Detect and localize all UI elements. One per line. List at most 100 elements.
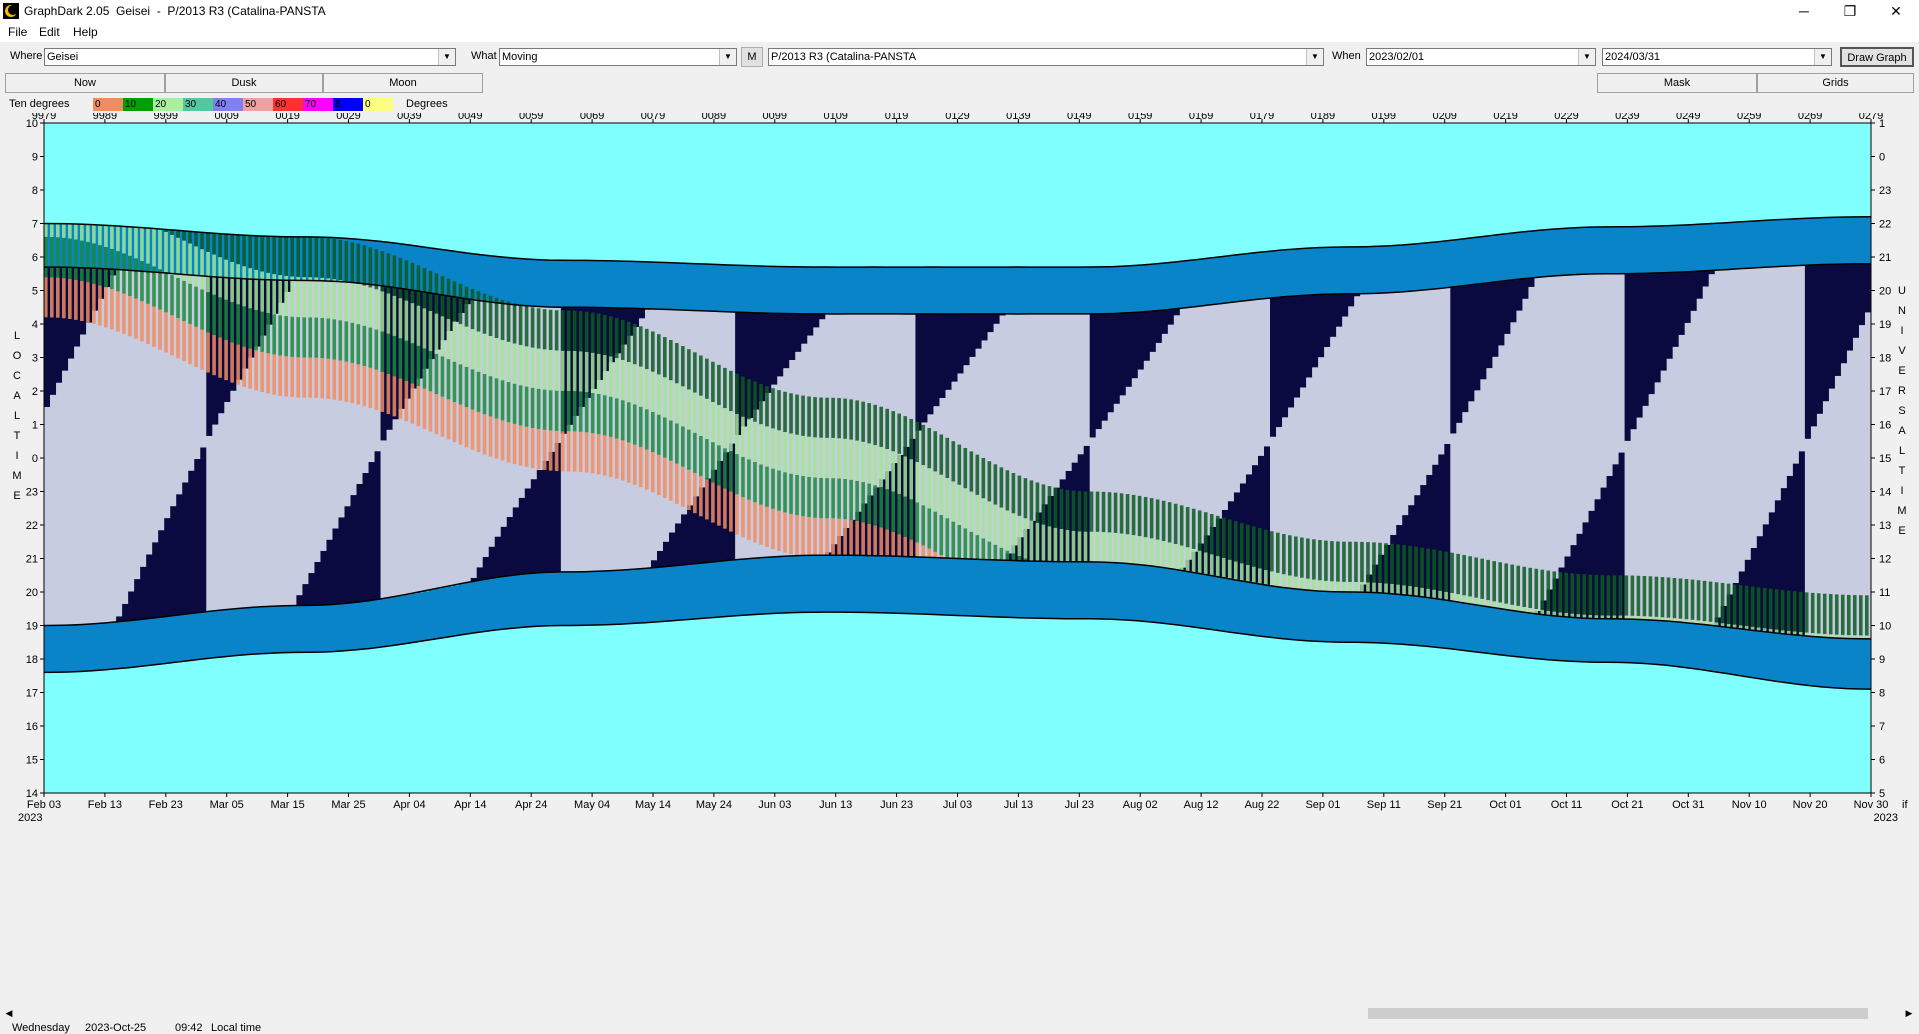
tab-now[interactable]: Now (5, 73, 165, 93)
twilight-dusk-cell (747, 559, 754, 615)
object-altitude-cell (687, 470, 691, 510)
minimize-button[interactable]: ─ (1781, 0, 1827, 22)
close-button[interactable]: ✕ (1873, 0, 1919, 22)
draw-graph-button[interactable]: Draw Graph (1840, 47, 1914, 67)
twilight-dusk-cell (158, 617, 165, 664)
object-altitude-cell (1054, 528, 1058, 562)
object-altitude-cell (1156, 499, 1160, 539)
what-select[interactable]: Moving ▼ (499, 48, 737, 66)
twilight-dusk-cell (1589, 618, 1596, 662)
object-altitude-cell (783, 432, 787, 472)
object-altitude-cell (1691, 580, 1695, 620)
twilight-dawn-cell (1697, 224, 1704, 271)
night-cell (1138, 312, 1145, 369)
object-altitude-cell (705, 439, 709, 479)
date-label: Nov 20 (1793, 799, 1828, 811)
twilight-dusk-cell (134, 620, 141, 667)
twilight-dusk-cell (1607, 619, 1614, 663)
object-altitude-cell (976, 455, 980, 495)
object-altitude-cell (741, 497, 745, 537)
tab-grids[interactable]: Grids (1757, 73, 1914, 93)
menu-file[interactable]: File (8, 25, 27, 39)
night-cell (1126, 313, 1133, 387)
tab-mask[interactable]: Mask (1597, 73, 1757, 93)
night-cell (1552, 276, 1559, 578)
object-altitude-cell (867, 403, 871, 443)
twilight-dusk-cell (1727, 627, 1734, 673)
twilight-dusk-cell (1450, 601, 1457, 649)
visibility-chart[interactable]: 9979998999990009001900290039004900590069… (0, 113, 1919, 1005)
scroll-left-icon[interactable]: ◀ (2, 1007, 16, 1020)
object-altitude-cell (579, 311, 583, 351)
when-start-select[interactable]: 2023/02/01 ▼ (1366, 48, 1596, 66)
object-altitude-cell (332, 279, 336, 319)
ut-hour-label: 18 (1879, 353, 1891, 365)
twilight-dawn-cell (1324, 247, 1331, 294)
twilight-dawn-cell (1018, 267, 1025, 314)
object-altitude-cell (1090, 492, 1094, 532)
object-altitude-cell (543, 309, 547, 349)
twilight-dawn-cell (1655, 226, 1662, 273)
object-altitude-cell (1192, 509, 1196, 549)
object-altitude-cell (393, 336, 397, 376)
universal-time-axis-title: I (1900, 325, 1903, 337)
object-altitude-cell (807, 477, 811, 517)
object-altitude-cell (933, 471, 937, 511)
object-altitude-cell (988, 461, 992, 501)
night-cell (1595, 274, 1602, 499)
twilight-dusk-cell (1721, 626, 1728, 672)
tab-dusk[interactable]: Dusk (165, 73, 323, 93)
object-altitude-cell (1745, 586, 1749, 626)
menu-edit[interactable]: Edit (39, 25, 60, 39)
horizontal-scrollbar[interactable]: ◀ ▶ (0, 1005, 1919, 1022)
object-altitude-cell (1264, 530, 1268, 570)
object-altitude-cell (1324, 581, 1328, 591)
twilight-dusk-cell (1252, 583, 1259, 635)
twilight-dusk-cell (483, 580, 490, 632)
object-altitude-cell (837, 438, 841, 478)
twilight-dusk-cell (44, 626, 51, 673)
object-altitude-cell (579, 392, 583, 432)
twilight-dusk-cell (1126, 563, 1133, 620)
where-select[interactable]: Geisei ▼ (44, 48, 456, 66)
when-end-select[interactable]: 2024/03/31 ▼ (1602, 48, 1832, 66)
object-altitude-cell (128, 256, 132, 296)
jd-label: 0089 (702, 113, 726, 122)
object-altitude-cell (609, 397, 613, 437)
menu-help[interactable]: Help (73, 25, 98, 39)
jd-label: 0249 (1676, 113, 1700, 122)
tab-moon[interactable]: Moon (323, 73, 483, 93)
twilight-dawn-cell (567, 260, 574, 307)
object-altitude-cell (1613, 575, 1617, 615)
object-altitude-cell (164, 232, 168, 272)
night-cell (68, 359, 75, 626)
twilight-dawn-cell (982, 267, 989, 314)
object-altitude-cell (1601, 575, 1605, 615)
object-altitude-cell (459, 324, 463, 364)
object-altitude-cell (116, 226, 120, 251)
object-altitude-cell (1438, 551, 1442, 591)
object-altitude-cell (939, 515, 943, 555)
scroll-thumb[interactable] (1368, 1008, 1868, 1019)
twilight-dusk-cell (681, 565, 688, 620)
twilight-dawn-cell (1144, 265, 1151, 312)
object-altitude-cell (92, 243, 96, 283)
night-cell (1486, 283, 1493, 368)
twilight-dusk-cell (1456, 602, 1463, 650)
maximize-button[interactable]: ❐ (1827, 0, 1873, 22)
object-altitude-cell (290, 357, 294, 397)
night-cell (501, 527, 508, 577)
object-altitude-cell (1823, 594, 1827, 634)
jd-label: 0269 (1798, 113, 1822, 122)
object-altitude-cell (357, 364, 361, 404)
m-button[interactable]: M (741, 47, 763, 67)
twilight-dawn-cell (951, 267, 958, 314)
object-select[interactable]: P/2013 R3 (Catalina-PANSTA ▼ (768, 48, 1324, 66)
night-cell (344, 506, 351, 603)
night-cell (1102, 314, 1109, 421)
object-altitude-cell (879, 447, 883, 487)
object-altitude-cell (375, 289, 379, 329)
scroll-right-icon[interactable]: ▶ (1902, 1007, 1916, 1020)
object-altitude-cell (369, 368, 373, 408)
twilight-dawn-cell (1829, 217, 1836, 264)
